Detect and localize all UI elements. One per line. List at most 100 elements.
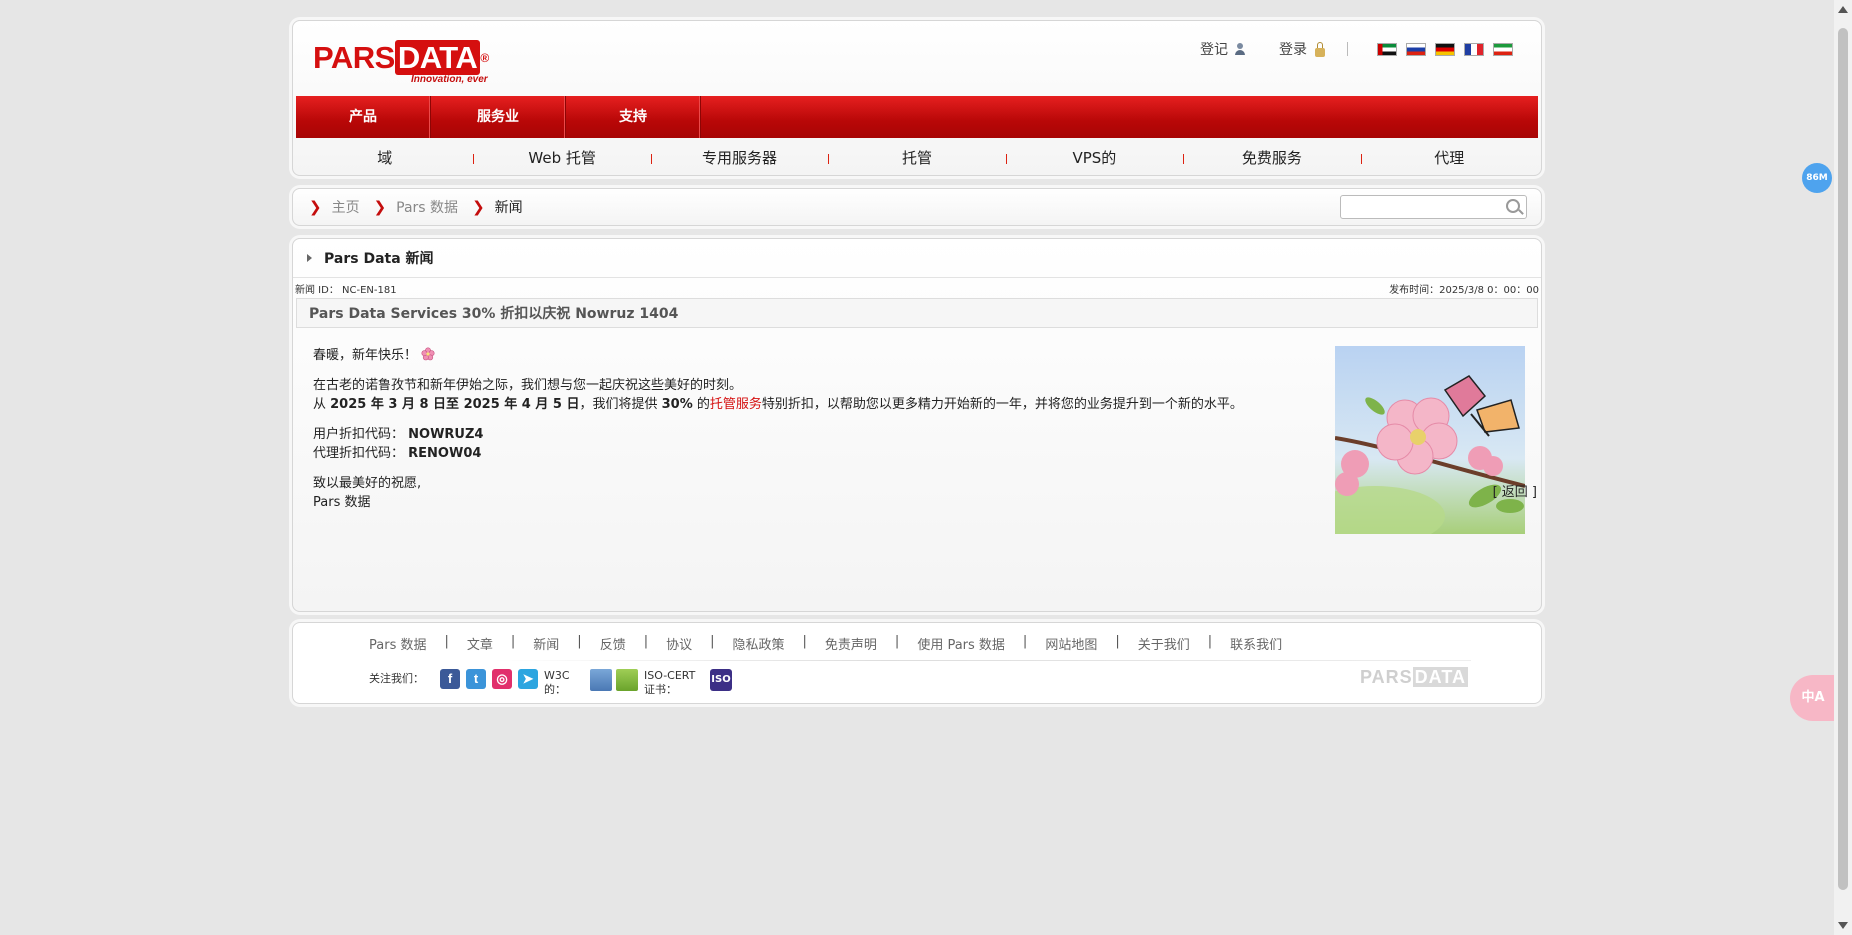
- footer-separator: |: [510, 634, 516, 649]
- breadcrumb-parent[interactable]: Pars 数据: [396, 197, 458, 217]
- footer-link-disclaimer[interactable]: 免责声明: [825, 634, 877, 653]
- search-icon[interactable]: [1506, 199, 1520, 213]
- scroll-down-icon[interactable]: [1838, 922, 1848, 929]
- chevron-right-icon: ❯: [309, 198, 322, 216]
- sub-menu-item-colocation[interactable]: 托管: [828, 147, 1005, 168]
- footer-separator: |: [802, 634, 807, 649]
- breadcrumb-home[interactable]: 主页: [332, 197, 360, 217]
- divider: [1347, 42, 1348, 56]
- page-wrapper: PARSDATA ® Innovation, ever 登记 登录 产品 服务业 …: [292, 20, 1542, 704]
- user-icon: [1235, 43, 1245, 55]
- sub-menu-item-free-services[interactable]: 免费服务: [1183, 147, 1360, 168]
- offer-mid: ，我们将提供: [579, 397, 662, 412]
- footer-logo-pars: PARS: [1359, 667, 1413, 687]
- w3c-html-badge-icon[interactable]: [590, 669, 612, 691]
- footer-separator: |: [894, 634, 900, 649]
- twitter-icon[interactable]: t: [466, 669, 486, 689]
- top-links: 登记 登录: [1200, 39, 1513, 59]
- offer-dates: 2025 年 3 月 8 日至 2025 年 4 月 5 日: [330, 397, 580, 412]
- register-label: 登记: [1200, 42, 1228, 58]
- login-link[interactable]: 登录: [1279, 39, 1325, 59]
- w3c-css-badge-icon[interactable]: [616, 669, 638, 691]
- footer-link-pars-data[interactable]: Pars 数据: [369, 634, 426, 653]
- news-section-title: Pars Data 新闻: [324, 251, 434, 267]
- hosting-link[interactable]: 托管服务: [710, 397, 762, 412]
- footer: Pars 数据 | 文章 | 新闻 | 反馈 | 协议 | 隐私政策 | 免责声明 | 使用 …: [292, 622, 1542, 704]
- search-box: [1340, 195, 1527, 219]
- logo-data: DATA: [394, 40, 481, 75]
- news-published-date: 发布时间：2025/3/8 0：00：00: [1389, 284, 1539, 296]
- user-code-label: 用户折扣代码：: [313, 427, 405, 442]
- translate-widget-icon[interactable]: 中A: [1790, 675, 1836, 721]
- facebook-icon[interactable]: f: [440, 669, 460, 689]
- scroll-up-icon[interactable]: [1838, 6, 1848, 13]
- sub-menu-item-dedicated-server[interactable]: 专用服务器: [650, 147, 828, 168]
- footer-logo-data: DATA: [1412, 667, 1468, 687]
- login-label: 登录: [1279, 42, 1307, 58]
- user-code: NOWRUZ4: [408, 427, 484, 442]
- news-id: 新闻 ID： NC-EN-181: [295, 284, 397, 296]
- scrollbar-thumb[interactable]: [1838, 28, 1848, 890]
- flag-france-icon[interactable]: [1464, 42, 1484, 56]
- footer-link-sitemap[interactable]: 网站地图: [1045, 634, 1097, 653]
- register-link[interactable]: 登记: [1200, 39, 1245, 59]
- search-input[interactable]: [1345, 196, 1499, 218]
- sub-menu-item-vps[interactable]: VPS的: [1005, 147, 1183, 168]
- closing: 致以最美好的祝愿,: [313, 476, 422, 491]
- footer-link-terms[interactable]: 使用 Pars 数据: [917, 634, 1005, 653]
- footer-separator: |: [1022, 634, 1028, 649]
- back-link-text[interactable]: [ 返回 ]: [1493, 485, 1537, 500]
- logo[interactable]: PARSDATA ® Innovation, ever: [313, 40, 523, 91]
- sub-menu-item-web-hosting[interactable]: Web 托管: [473, 147, 650, 168]
- greeting: 春暖，新年快乐！: [313, 348, 418, 363]
- flag-uae-icon[interactable]: [1377, 42, 1397, 56]
- main-menu: 产品 服务业 支持: [296, 96, 1538, 138]
- footer-separator: |: [577, 634, 582, 649]
- footer-separator: |: [1115, 634, 1120, 649]
- news-body: 春暖，新年快乐！ 在古老的诺鲁孜节和新年伊始之际，我们想与您一起庆祝这些美好的时…: [293, 328, 1541, 534]
- logo-pars: PARS: [313, 40, 395, 75]
- footer-link-articles[interactable]: 文章: [467, 634, 493, 653]
- lock-icon: [1315, 41, 1325, 57]
- scrollbar[interactable]: [1834, 0, 1852, 935]
- w3c-label: W3C 的：: [544, 669, 570, 696]
- chevron-right-icon: ❯: [472, 198, 485, 216]
- footer-link-privacy[interactable]: 隐私政策: [733, 634, 785, 653]
- flower-icon: [421, 347, 435, 361]
- news-panel: Pars Data 新闻 新闻 ID： NC-EN-181 发布时间：2025/…: [292, 238, 1542, 612]
- follow-us: 关注我们： f t ◎ ➤ W3C 的： ISO-CERT 证书： ISO: [369, 669, 732, 697]
- intro-text: 在古老的诺鲁孜节和新年伊始之际，我们想与您一起庆祝这些美好的时刻。: [313, 378, 743, 393]
- flag-iran-icon[interactable]: [1493, 42, 1513, 56]
- logo-tagline: Innovation, ever: [411, 74, 488, 85]
- sub-menu: 域 Web 托管 专用服务器 托管 VPS的 免费服务 代理: [296, 142, 1538, 172]
- back-link[interactable]: [ 返回 ]: [1493, 483, 1537, 502]
- footer-separator: |: [643, 634, 649, 649]
- menu-item-products[interactable]: 产品: [296, 96, 431, 138]
- footer-link-contact[interactable]: 联系我们: [1230, 634, 1282, 653]
- flag-russia-icon[interactable]: [1406, 42, 1426, 56]
- sub-menu-item-reseller[interactable]: 代理: [1360, 147, 1538, 168]
- iso-badge-icon[interactable]: ISO: [710, 669, 732, 691]
- news-headline: Pars Data Services 30% 折扣以庆祝 Nowruz 1404: [296, 298, 1538, 328]
- footer-link-news[interactable]: 新闻: [533, 634, 559, 653]
- telegram-icon[interactable]: ➤: [518, 669, 538, 689]
- signature: Pars 数据: [313, 495, 371, 510]
- instagram-icon[interactable]: ◎: [492, 669, 512, 689]
- flag-germany-icon[interactable]: [1435, 42, 1455, 56]
- agent-code-label: 代理折扣代码：: [313, 446, 405, 461]
- footer-link-feedback[interactable]: 反馈: [600, 634, 626, 653]
- footer-link-agreement[interactable]: 协议: [666, 634, 692, 653]
- triangle-right-icon: [307, 254, 312, 262]
- sub-menu-item-domain[interactable]: 域: [296, 147, 473, 168]
- footer-separator: |: [444, 634, 449, 649]
- footer-divider: [493, 660, 1471, 661]
- breadcrumb: ❯ 主页 ❯ Pars 数据 ❯ 新闻: [292, 188, 1542, 226]
- header: PARSDATA ® Innovation, ever 登记 登录 产品 服务业 …: [292, 20, 1542, 176]
- footer-link-about[interactable]: 关于我们: [1138, 634, 1190, 653]
- footer-logo: PARS DATA: [1360, 667, 1468, 688]
- breadcrumb-current: 新闻: [494, 200, 523, 216]
- menu-item-services[interactable]: 服务业: [431, 96, 566, 138]
- menu-item-support[interactable]: 支持: [566, 96, 701, 138]
- memory-indicator[interactable]: 86M: [1802, 163, 1832, 193]
- news-section-header: Pars Data 新闻: [293, 239, 1541, 278]
